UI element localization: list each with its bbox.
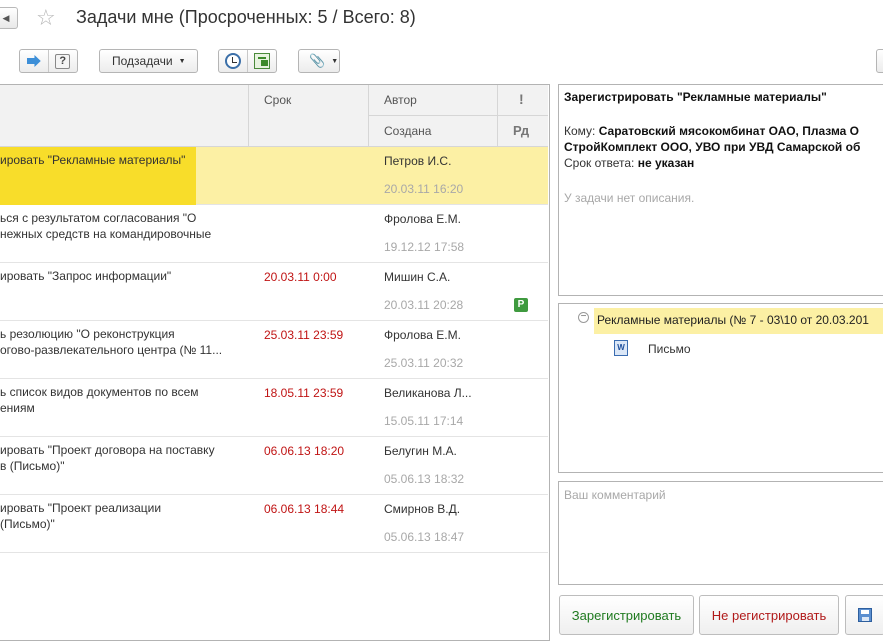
task-subject: ировать "Рекламные материалы" xyxy=(0,153,186,167)
importance-icon: ! xyxy=(519,91,524,107)
arrow-right-icon xyxy=(26,55,41,67)
window-title: Задачи мне (Просроченных: 5 / Всего: 8) xyxy=(76,7,416,27)
task-created: 05.06.13 18:47 xyxy=(384,530,465,544)
table-row[interactable]: ировать "Рекламные материалы" Петров И.С… xyxy=(0,147,548,205)
clock-icon xyxy=(224,53,241,69)
task-due: 20.03.11 0:00 xyxy=(264,270,337,284)
recipients-value: Саратовский мясокомбинат ОАО, Плазма О xyxy=(598,124,860,138)
table-row[interactable]: ься с результатом согласования "О нежных … xyxy=(0,205,548,263)
floppy-icon xyxy=(858,608,872,622)
description-text: У задачи нет описания. xyxy=(564,191,695,205)
table-row[interactable]: ировать "Запрос информации" 20.03.11 0:0… xyxy=(0,263,548,321)
task-list: Срок Автор ! Создана Рд ировать "Рекламн… xyxy=(0,84,550,641)
column-header-author-label: Автор xyxy=(384,93,417,107)
recipients-value-continued: СтройКомплект ООО, УВО при УВД Самарской… xyxy=(564,140,861,154)
task-author: Смирнов В.Д. xyxy=(384,502,461,516)
chevron-left-icon: ◀ xyxy=(2,12,10,23)
column-header-created-label: Создана xyxy=(384,124,432,138)
subtasks-label: Подзадачи xyxy=(112,54,173,68)
task-author: Белугин М.А. xyxy=(384,444,457,458)
column-header-due[interactable]: Срок xyxy=(249,85,369,147)
table-row[interactable]: ировать "Проект реализации (Письмо)" 06.… xyxy=(0,495,548,553)
star-icon[interactable]: ☆ xyxy=(36,6,56,30)
task-title: Зарегистрировать "Рекламные материалы" xyxy=(564,90,827,104)
review-icon: Рд xyxy=(513,123,530,138)
task-author: Фролова Е.М. xyxy=(384,212,461,226)
subtasks-dropdown[interactable]: Подзадачи ▼ xyxy=(99,49,198,73)
paperclip-icon: 📎 xyxy=(309,53,326,68)
view-button-group xyxy=(218,49,277,73)
attach-dropdown[interactable]: 📎 ▼ xyxy=(298,49,340,73)
review-flag-icon: Р xyxy=(514,298,528,312)
comment-field[interactable]: Ваш комментарий xyxy=(558,481,883,585)
task-created: 25.03.11 20:32 xyxy=(384,356,464,370)
word-document-icon: W xyxy=(614,340,628,356)
task-author: Мишин С.А. xyxy=(384,270,451,284)
task-subject: ировать "Проект реализации (Письмо)" xyxy=(0,501,162,531)
deadline-label: Срок ответа: xyxy=(564,156,635,170)
register-button[interactable]: Зарегистрировать xyxy=(559,595,694,635)
collapse-icon[interactable]: − xyxy=(578,312,589,323)
task-created: 20.03.11 16:20 xyxy=(384,182,464,196)
column-header-subject[interactable] xyxy=(0,85,249,147)
task-author: Великанова Л... xyxy=(384,386,472,400)
column-header-review[interactable]: Рд xyxy=(498,116,548,147)
task-details-panel: Зарегистрировать "Рекламные материалы" К… xyxy=(558,84,883,296)
column-header-due-label: Срок xyxy=(264,93,292,107)
attachment-item[interactable]: Письмо xyxy=(648,342,691,356)
task-author: Петров И.С. xyxy=(384,154,452,168)
subtask-tree-icon xyxy=(253,53,270,69)
more-button[interactable] xyxy=(876,49,883,73)
task-author: Фролова Е.М. xyxy=(384,328,461,342)
subtask-tree-button[interactable] xyxy=(248,50,277,72)
chevron-down-icon: ▼ xyxy=(331,57,339,65)
task-created: 15.05.11 17:14 xyxy=(384,414,464,428)
table-row[interactable]: ь резолюцию "О реконструкция оговo-развле… xyxy=(0,321,548,379)
table-row[interactable]: ь список видов документов по всем ениям 1… xyxy=(0,379,548,437)
deadline-value: не указан xyxy=(637,156,695,170)
task-created: 05.06.13 18:32 xyxy=(384,472,465,486)
task-subject: ься с результатом согласования "О нежных … xyxy=(0,211,212,241)
navigation-button-group: ? xyxy=(19,49,78,73)
question-icon: ? xyxy=(55,53,71,69)
deadline-line: Срок ответа: не указан xyxy=(564,156,694,170)
column-header-importance[interactable]: ! xyxy=(498,85,548,116)
task-due: 25.03.11 23:59 xyxy=(264,328,344,342)
not-register-button[interactable]: Не регистрировать xyxy=(699,595,839,635)
task-created: 20.03.11 20:28 xyxy=(384,298,464,312)
task-subject: ировать "Проект договора на поставку в (П… xyxy=(0,443,215,473)
chevron-down-icon: ▼ xyxy=(178,57,186,65)
task-subject: ь резолюцию "О реконструкция оговo-развле… xyxy=(0,327,223,357)
task-due: 06.06.13 18:44 xyxy=(264,502,345,516)
task-subject: ировать "Запрос информации" xyxy=(0,269,172,283)
next-button[interactable] xyxy=(20,50,48,72)
task-due: 06.06.13 18:20 xyxy=(264,444,345,458)
help-button[interactable]: ? xyxy=(49,50,78,72)
column-header-created[interactable]: Создана xyxy=(369,116,498,147)
task-subject: ь список видов документов по всем ениям xyxy=(0,385,199,415)
task-due: 18.05.11 23:59 xyxy=(264,386,344,400)
back-button[interactable]: ◀ xyxy=(0,7,18,29)
save-button[interactable] xyxy=(845,595,883,635)
table-row[interactable]: ировать "Проект договора на поставку в (П… xyxy=(0,437,548,495)
task-created: 19.12.12 17:58 xyxy=(384,240,465,254)
recipients-label: Кому: xyxy=(564,124,596,138)
attachment-group-label: Рекламные материалы (№ 7 - 03\10 от 20.0… xyxy=(597,313,869,327)
deadline-button[interactable] xyxy=(219,50,247,72)
column-header-author[interactable]: Автор xyxy=(369,85,498,116)
comment-placeholder: Ваш комментарий xyxy=(564,488,666,502)
recipients-line: Кому: Саратовский мясокомбинат ОАО, Плаз… xyxy=(564,124,859,138)
